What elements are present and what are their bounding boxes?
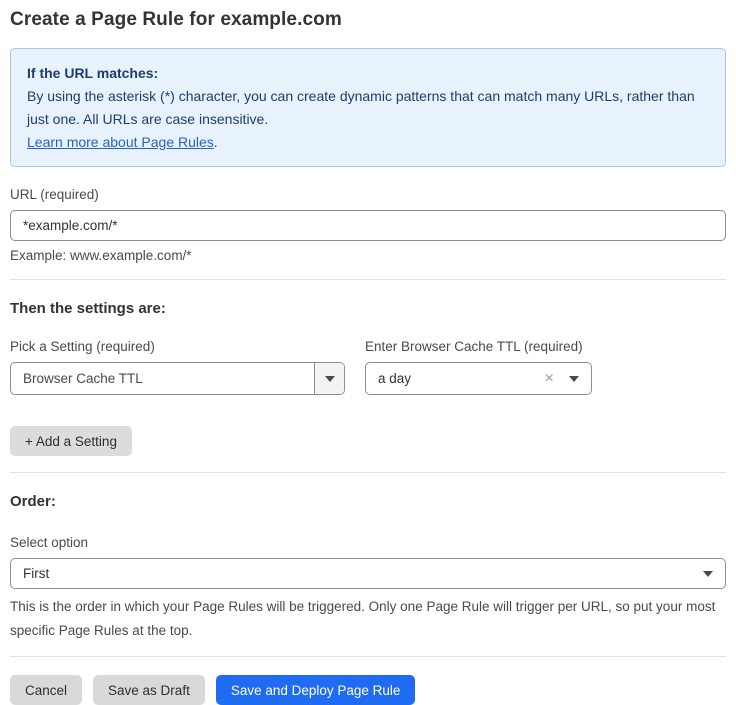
url-field-label: URL (required) bbox=[10, 187, 726, 202]
chevron-down-icon bbox=[703, 571, 713, 577]
order-select-value: First bbox=[11, 566, 703, 581]
cancel-button[interactable]: Cancel bbox=[10, 675, 82, 705]
order-select-label: Select option bbox=[10, 535, 726, 550]
order-select[interactable]: First bbox=[10, 558, 726, 589]
setting-picker-column: Pick a Setting (required) Browser Cache … bbox=[10, 339, 345, 395]
add-setting-button[interactable]: + Add a Setting bbox=[10, 426, 132, 456]
order-select-icons bbox=[703, 571, 725, 577]
divider bbox=[10, 279, 726, 280]
ttl-picker-value: a day bbox=[366, 371, 545, 386]
learn-more-link[interactable]: Learn more about Page Rules bbox=[27, 134, 214, 150]
info-box-link-line: Learn more about Page Rules. bbox=[27, 131, 709, 154]
page-title: Create a Page Rule for example.com bbox=[10, 9, 726, 31]
url-matches-info-box: If the URL matches: By using the asteris… bbox=[10, 48, 726, 167]
ttl-picker-icons: × bbox=[545, 371, 591, 387]
order-helper-text: This is the order in which your Page Rul… bbox=[10, 595, 722, 643]
save-as-draft-button[interactable]: Save as Draft bbox=[93, 675, 205, 705]
settings-row: Pick a Setting (required) Browser Cache … bbox=[10, 339, 726, 395]
clear-icon[interactable]: × bbox=[545, 371, 554, 387]
url-input[interactable] bbox=[10, 210, 726, 241]
setting-picker-arrow-button[interactable] bbox=[314, 363, 344, 394]
chevron-down-icon bbox=[569, 376, 579, 382]
setting-picker-value: Browser Cache TTL bbox=[11, 371, 344, 386]
divider bbox=[10, 656, 726, 657]
setting-picker-dropdown[interactable]: Browser Cache TTL bbox=[10, 362, 345, 395]
setting-picker-label: Pick a Setting (required) bbox=[10, 339, 345, 354]
order-section-heading: Order: bbox=[10, 493, 726, 510]
chevron-down-icon bbox=[325, 376, 335, 382]
link-suffix: . bbox=[214, 134, 218, 150]
ttl-picker-column: Enter Browser Cache TTL (required) a day… bbox=[365, 339, 592, 395]
ttl-picker-label: Enter Browser Cache TTL (required) bbox=[365, 339, 592, 354]
divider bbox=[10, 472, 726, 473]
info-box-body: By using the asterisk (*) character, you… bbox=[27, 85, 709, 131]
info-box-heading: If the URL matches: bbox=[27, 62, 709, 85]
save-and-deploy-button[interactable]: Save and Deploy Page Rule bbox=[216, 675, 416, 705]
settings-section-heading: Then the settings are: bbox=[10, 300, 726, 317]
ttl-picker-dropdown[interactable]: a day × bbox=[365, 362, 592, 395]
url-field-helper: Example: www.example.com/* bbox=[10, 248, 726, 263]
footer-buttons: Cancel Save as Draft Save and Deploy Pag… bbox=[10, 675, 726, 705]
